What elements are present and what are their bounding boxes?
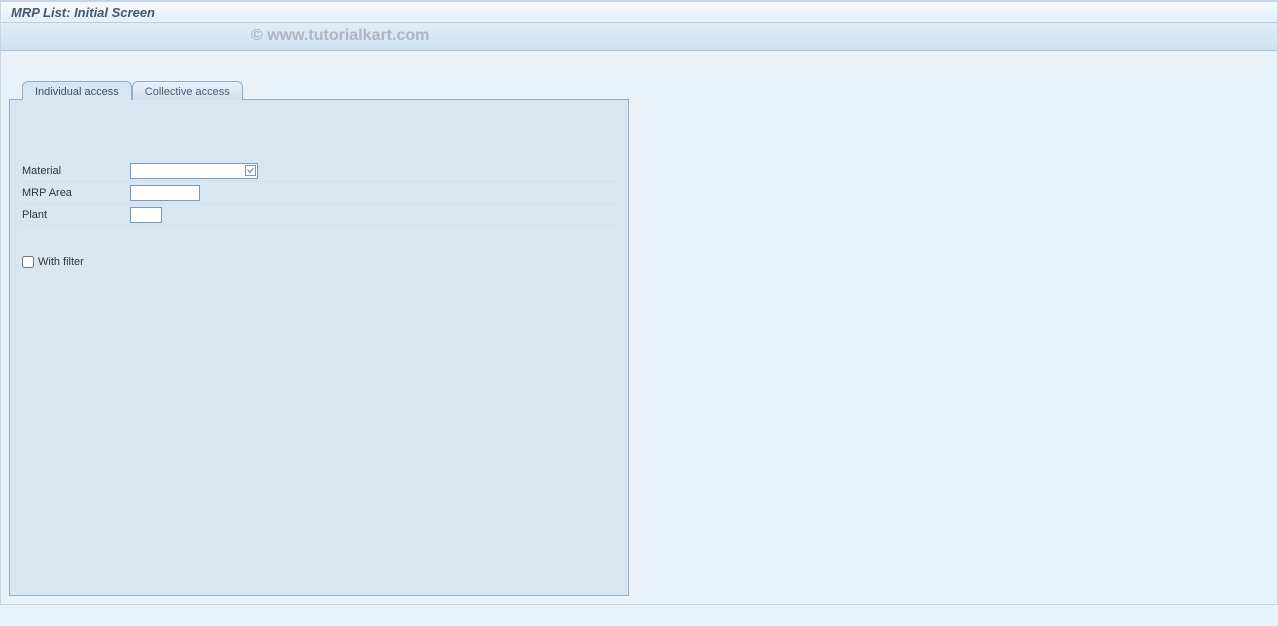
material-input[interactable] <box>130 163 258 179</box>
row-with-filter: With filter <box>20 256 618 268</box>
mrparea-input[interactable] <box>130 185 200 201</box>
tab-collective-access[interactable]: Collective access <box>132 81 243 100</box>
row-material: Material <box>20 160 618 182</box>
window-frame: MRP List: Initial Screen © www.tutorialk… <box>0 0 1278 605</box>
plant-input[interactable] <box>130 207 162 223</box>
with-filter-checkbox[interactable] <box>22 256 34 268</box>
content-area: Individual access Collective access Mate… <box>1 51 1277 604</box>
with-filter-label: With filter <box>38 256 84 268</box>
title-bar: MRP List: Initial Screen <box>1 1 1277 23</box>
tab-panel-individual: Material MRP Area <box>9 99 629 596</box>
row-mrp-area: MRP Area <box>20 182 618 204</box>
application-toolbar: © www.tutorialkart.com <box>1 23 1277 51</box>
tab-strip: Individual access Collective access <box>22 81 1269 100</box>
tab-label: Individual access <box>35 86 119 98</box>
plant-label: Plant <box>20 209 130 221</box>
row-plant: Plant <box>20 204 618 226</box>
watermark-text: © www.tutorialkart.com <box>251 27 429 45</box>
mrparea-label: MRP Area <box>20 187 130 199</box>
tab-individual-access[interactable]: Individual access <box>22 81 132 100</box>
tab-label: Collective access <box>145 86 230 98</box>
material-label: Material <box>20 165 130 177</box>
page-title: MRP List: Initial Screen <box>11 5 155 20</box>
